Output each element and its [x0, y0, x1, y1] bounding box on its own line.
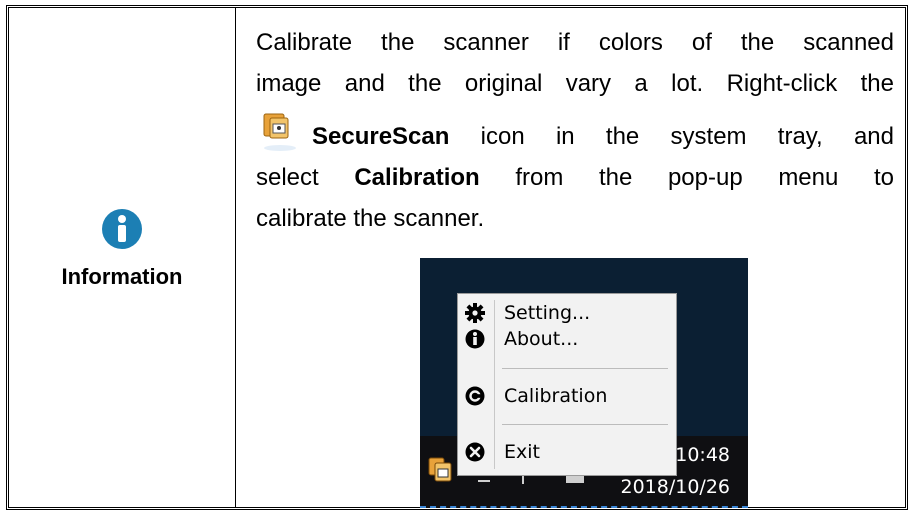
menu-separator	[502, 368, 668, 369]
info-icon	[465, 329, 485, 349]
menu-item-setting[interactable]: Setting...	[458, 299, 676, 327]
selection-border	[420, 506, 748, 508]
menu-item-label: Calibration	[504, 385, 608, 407]
tray-icon-network[interactable]	[478, 480, 490, 482]
paragraph-line: image and the original vary a lot. Right…	[256, 70, 894, 97]
securescan-tray-icon[interactable]	[428, 455, 454, 483]
instruction-paragraph: Calibrate the scanner if colors of the s…	[256, 22, 894, 239]
calibration-label: Calibration	[354, 164, 480, 191]
tray-icon-battery[interactable]	[566, 476, 584, 483]
menu-item-about[interactable]: About...	[458, 325, 676, 353]
menu-item-calibration[interactable]: Calibration	[458, 382, 676, 410]
column-divider	[235, 8, 236, 507]
calibration-icon	[465, 386, 485, 406]
system-tray-screenshot: 10:48 2018/10/26 Setting... About... Cal…	[420, 258, 748, 508]
close-icon	[465, 442, 485, 462]
information-column: Information	[9, 208, 235, 290]
paragraph-line: select Calibration from the pop-up menu …	[256, 157, 894, 198]
menu-item-label: About...	[504, 328, 579, 350]
menu-separator	[502, 424, 668, 425]
gear-icon	[465, 303, 485, 323]
info-icon	[102, 209, 142, 249]
menu-item-label: Setting...	[504, 302, 591, 324]
information-label: Information	[61, 264, 183, 289]
paragraph-line: calibrate the scanner.	[256, 205, 485, 232]
paragraph-line: SecureScan icon in the system tray, and	[256, 104, 894, 157]
paragraph-text: icon in the system tray, and	[449, 123, 894, 150]
securescan-icon	[256, 104, 306, 154]
menu-item-exit[interactable]: Exit	[458, 438, 676, 466]
clock-time[interactable]: 10:48	[675, 444, 730, 466]
clock-date[interactable]: 2018/10/26	[620, 476, 730, 498]
securescan-label: SecureScan	[312, 123, 450, 150]
paragraph-text: select	[256, 164, 355, 191]
paragraph-text: from the pop-up menu to	[479, 164, 895, 191]
paragraph-line: Calibrate the scanner if colors of the s…	[256, 29, 894, 56]
menu-item-label: Exit	[504, 441, 540, 463]
context-menu: Setting... About... Calibration Exit	[457, 293, 677, 476]
